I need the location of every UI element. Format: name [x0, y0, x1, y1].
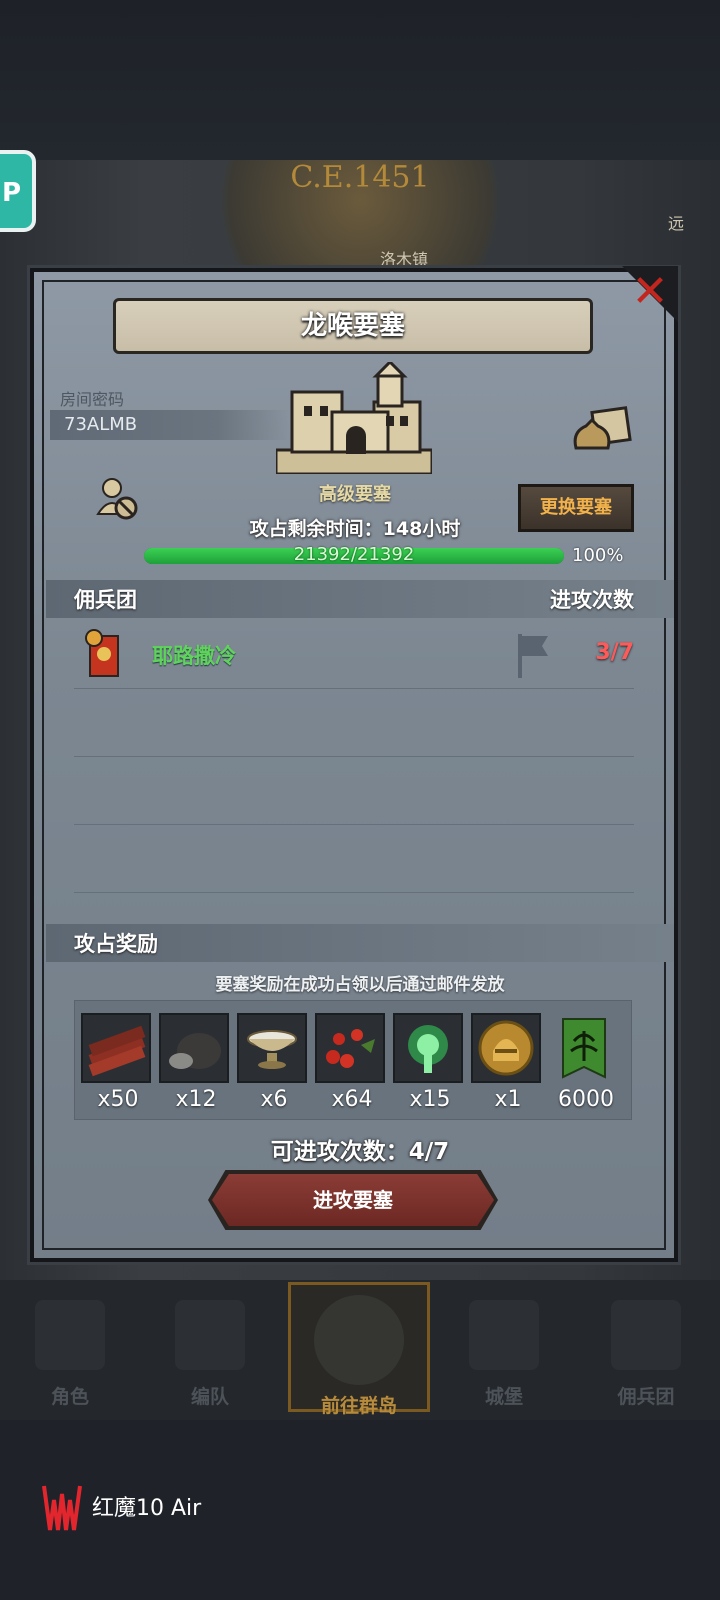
reward-item[interactable]: x50 — [81, 1013, 155, 1112]
mercenary-banner-icon — [85, 629, 119, 677]
knight-icon — [35, 1300, 105, 1370]
nav-label: 城堡 — [484, 1386, 523, 1408]
list-item-empty — [74, 756, 634, 825]
attacks-available: 可进攻次数：4/7 — [270, 1139, 450, 1165]
nav-label: 前往群岛 — [320, 1395, 397, 1417]
fortress-type: 高级要塞 — [319, 484, 391, 505]
warhorse-icon — [175, 1300, 245, 1370]
nav-label: 角色 — [50, 1386, 89, 1408]
nav-item-character[interactable]: 角色 — [6, 1296, 134, 1416]
islands-compass-icon — [314, 1295, 404, 1385]
reward-list: x50 x12 x6 x64 x15 x1 6000 — [74, 1000, 632, 1120]
nav-item-islands[interactable]: 前往群岛 — [288, 1282, 430, 1417]
room-password-label: 房间密码 — [60, 390, 125, 409]
red-berries-icon — [315, 1013, 385, 1083]
reward-item[interactable]: x6 — [237, 1013, 311, 1112]
reward-item[interactable]: x12 — [159, 1013, 233, 1112]
no-person-icon[interactable] — [96, 476, 142, 522]
nav-item-formation[interactable]: 编队 — [146, 1296, 274, 1416]
reward-item[interactable]: x15 — [393, 1013, 467, 1112]
attack-flag-icon — [518, 634, 548, 678]
reward-note: 要塞奖励在成功占领以后通过邮件发放 — [215, 975, 505, 995]
mercenary-name: 耶路撒冷 — [152, 644, 236, 668]
nav-label: 编队 — [190, 1386, 229, 1408]
silver-bowl-icon — [237, 1013, 307, 1083]
town-label: 洛木镇 — [380, 250, 429, 269]
occupy-remaining-time: 攻占剩余时间：148小时 — [249, 518, 461, 540]
nav-item-mercenary[interactable]: 佣兵团 — [582, 1296, 710, 1416]
nav-item-castle[interactable]: 城堡 — [440, 1296, 568, 1416]
reward-count: x50 — [97, 1087, 139, 1112]
reward-count: 6000 — [558, 1087, 614, 1112]
fortress-hp-text: 21392/21392 — [293, 544, 415, 565]
change-fortress-button[interactable]: 更换要塞 — [518, 484, 634, 532]
green-tree-banner-icon — [549, 1013, 619, 1083]
supply-bag-icon[interactable] — [572, 404, 632, 454]
mercenary-icon — [611, 1300, 681, 1370]
top-dark-area — [0, 0, 720, 160]
red-magic-logo-icon — [42, 1485, 82, 1531]
castle-icon — [469, 1300, 539, 1370]
nav-label: 佣兵团 — [617, 1386, 675, 1408]
wood-planks-icon — [81, 1013, 151, 1083]
attack-fortress-button[interactable]: 进攻要塞 — [212, 1174, 494, 1226]
green-tree-spirit-icon — [393, 1013, 463, 1083]
device-label: 红魔10 Air — [92, 1496, 202, 1521]
room-password-value[interactable]: 73ALMB — [64, 414, 137, 435]
side-badge[interactable]: P — [0, 150, 36, 232]
reward-count: x64 — [331, 1087, 373, 1112]
reward-count: x6 — [260, 1087, 288, 1112]
attack-count-header: 进攻次数 — [550, 588, 634, 612]
list-item-empty — [74, 824, 634, 893]
fortress-hp-percent: 100% — [572, 545, 624, 566]
reward-count: x12 — [175, 1087, 217, 1112]
reward-header: 攻占奖励 — [74, 932, 158, 956]
attack-count: 3/7 — [595, 640, 634, 665]
list-item[interactable]: 耶路撒冷 3/7 — [74, 620, 634, 689]
close-icon[interactable]: ✕ — [626, 268, 674, 316]
reward-item[interactable]: x64 — [315, 1013, 389, 1112]
far-label: 远 — [668, 214, 685, 233]
mercenary-header: 佣兵团 — [74, 588, 137, 612]
era-label: C.E.1451 — [290, 160, 430, 195]
reward-count: x15 — [409, 1087, 451, 1112]
reward-item[interactable]: x1 — [471, 1013, 545, 1112]
fortress-castle-icon — [276, 362, 432, 474]
golden-helmet-icon — [471, 1013, 541, 1083]
ore-rock-icon — [159, 1013, 229, 1083]
list-item-empty — [74, 688, 634, 757]
reward-count: x1 — [494, 1087, 522, 1112]
panel-title: 龙喉要塞 — [113, 298, 593, 354]
reward-item[interactable]: 6000 — [549, 1013, 623, 1112]
